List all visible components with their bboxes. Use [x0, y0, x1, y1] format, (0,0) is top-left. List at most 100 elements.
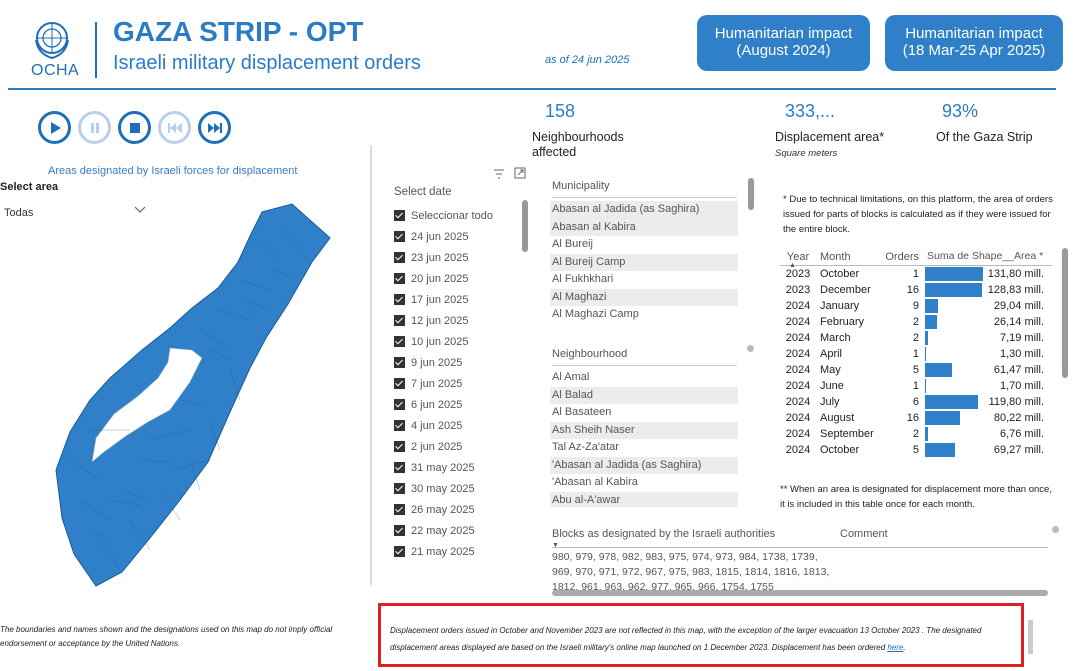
area-value: 1,30 mill.: [999, 348, 1044, 360]
date-option[interactable]: 10 jun 2025: [394, 331, 493, 352]
skip-forward-button[interactable]: [198, 111, 231, 144]
date-option-label: 23 jun 2025: [411, 251, 469, 264]
cell-month: January: [820, 300, 860, 312]
date-option[interactable]: 17 jun 2025: [394, 289, 493, 310]
cell-orders: 16: [906, 284, 919, 296]
header-divider: [95, 22, 97, 78]
area-data-bar: [925, 315, 937, 329]
cell-orders: 2: [912, 316, 919, 328]
neighbourhood-option[interactable]: 'Abasan al Kabira: [550, 474, 738, 492]
checkbox-checked-icon: [394, 273, 405, 284]
date-option-label: 17 jun 2025: [411, 293, 469, 306]
map-disclaimer: The boundaries and names shown and the d…: [0, 625, 333, 648]
humanitarian-impact-mar-apr-2025-button[interactable]: Humanitarian impact (18 Mar-25 Apr 2025): [885, 15, 1063, 71]
cell-year: 2023: [785, 284, 811, 296]
cell-area: 80,22 mill.: [923, 411, 1048, 425]
blocks-horizontal-scrollbar[interactable]: [552, 590, 1048, 596]
skip-back-button[interactable]: [158, 111, 191, 144]
neighbourhood-option[interactable]: Al Balad: [550, 386, 738, 404]
neighbourhood-option[interactable]: Al Amal: [550, 369, 738, 387]
col-orders-header[interactable]: Orders: [878, 251, 923, 263]
col-area-header[interactable]: Suma de Shape__Area *: [923, 250, 1048, 264]
municipality-option[interactable]: Abasan al Kabira: [550, 218, 738, 236]
table-row[interactable]: 2024 January 9 29,04 mill.: [780, 298, 1052, 314]
table-row[interactable]: 2024 March 2 7,19 mill.: [780, 330, 1052, 346]
date-list-scrollbar[interactable]: [522, 200, 528, 252]
filter-icon[interactable]: [493, 166, 505, 184]
municipality-option[interactable]: Al Maghazi Camp: [550, 306, 738, 324]
municipality-divider: [552, 197, 737, 198]
stop-icon: [129, 122, 140, 133]
table-row[interactable]: 2024 May 5 61,47 mill.: [780, 362, 1052, 378]
date-option[interactable]: 30 may 2025: [394, 478, 493, 499]
table-row[interactable]: 2024 September 2 6,76 mill.: [780, 426, 1052, 442]
neighbourhood-option[interactable]: Ash Sheih Naser: [550, 421, 738, 439]
area-data-bar: [925, 427, 928, 441]
date-option[interactable]: 23 jun 2025: [394, 247, 493, 268]
table-scrollbar[interactable]: [1062, 248, 1068, 378]
neighbourhood-header: Neighbourhood: [552, 348, 628, 360]
date-option[interactable]: 6 jun 2025: [394, 394, 493, 415]
select-area-label: Select area: [0, 181, 59, 193]
cell-orders: 2: [912, 428, 919, 440]
humanitarian-impact-aug-2024-button[interactable]: Humanitarian impact (August 2024): [697, 15, 870, 71]
date-option[interactable]: 2 jun 2025: [394, 436, 493, 457]
checkbox-checked-icon: [394, 378, 405, 389]
cell-year: 2024: [785, 444, 811, 456]
table-note-top: * Due to technical limitations, on this …: [783, 194, 1053, 235]
area-data-bar: [925, 379, 926, 393]
date-option[interactable]: 31 may 2025: [394, 457, 493, 478]
table-row[interactable]: 2023 October 1 131,80 mill.: [780, 266, 1052, 282]
date-option[interactable]: 12 jun 2025: [394, 310, 493, 331]
date-option-label: 21 may 2025: [411, 545, 475, 558]
col-month-header[interactable]: Month: [816, 251, 878, 263]
button-line-1: Humanitarian impact: [905, 25, 1043, 42]
date-option[interactable]: 4 jun 2025: [394, 415, 493, 436]
cell-year: 2024: [785, 380, 811, 392]
municipality-option[interactable]: Al Maghazi: [550, 288, 738, 306]
table-row[interactable]: 2024 April 1 1,30 mill.: [780, 346, 1052, 362]
area-value: 69,27 mill.: [993, 444, 1044, 456]
municipality-option[interactable]: Al Bureij: [550, 236, 738, 254]
neighbourhood-option[interactable]: Al Basateen: [550, 404, 738, 422]
sort-arrow-icon: ▲: [789, 262, 796, 269]
neighbourhood-divider: [552, 365, 737, 366]
date-option[interactable]: 20 jun 2025: [394, 268, 493, 289]
table-row[interactable]: 2024 July 6 119,80 mill.: [780, 394, 1052, 410]
cell-year: 2024: [785, 316, 811, 328]
table-row[interactable]: 2024 October 5 69,27 mill.: [780, 442, 1052, 458]
table-row[interactable]: 2024 June 1 1,70 mill.: [780, 378, 1052, 394]
municipality-option[interactable]: Al Fukhkhari: [550, 271, 738, 289]
focus-mode-icon[interactable]: [514, 166, 526, 184]
table-row[interactable]: 2024 August 16 80,22 mill.: [780, 410, 1052, 426]
col-year-header[interactable]: Year: [780, 251, 816, 263]
button-line-2: (August 2024): [736, 42, 831, 59]
table-row[interactable]: 2023 December 16 128,83 mill.: [780, 282, 1052, 298]
neighbourhood-option[interactable]: Tal Az-Za'atar: [550, 439, 738, 457]
page-subtitle: Israeli military displacement orders: [113, 52, 421, 74]
gaza-map[interactable]: [30, 200, 360, 590]
checkbox-checked-icon: [394, 210, 405, 221]
municipality-option[interactable]: Abasan al Jadida (as Saghira): [550, 201, 738, 219]
play-icon: [50, 121, 61, 134]
date-option[interactable]: 24 jun 2025: [394, 226, 493, 247]
play-button[interactable]: [38, 111, 71, 144]
neighbourhood-option[interactable]: Abu al-A'awar: [550, 491, 738, 507]
date-option[interactable]: 7 jun 2025: [394, 373, 493, 394]
date-option[interactable]: 9 jun 2025: [394, 352, 493, 373]
municipality-scrollbar[interactable]: [748, 178, 754, 210]
date-option[interactable]: 21 may 2025: [394, 541, 493, 562]
here-link[interactable]: here: [887, 643, 903, 652]
table-row[interactable]: 2024 February 2 26,14 mill.: [780, 314, 1052, 330]
neighbourhood-option[interactable]: 'Abasan al Jadida (as Saghira): [550, 456, 738, 474]
municipality-option[interactable]: Al Bureij Camp: [550, 253, 738, 271]
checkbox-checked-icon: [394, 315, 405, 326]
neighbourhoods-kpi-label: Neighbourhoods affected: [532, 130, 624, 160]
date-option[interactable]: Seleccionar todo: [394, 205, 493, 226]
date-option[interactable]: 26 may 2025: [394, 499, 493, 520]
date-option[interactable]: 22 may 2025: [394, 520, 493, 541]
header-rule: [8, 88, 1056, 90]
stop-button[interactable]: [118, 111, 151, 144]
pause-button[interactable]: [78, 111, 111, 144]
footer-scrollbar[interactable]: [1028, 620, 1033, 654]
